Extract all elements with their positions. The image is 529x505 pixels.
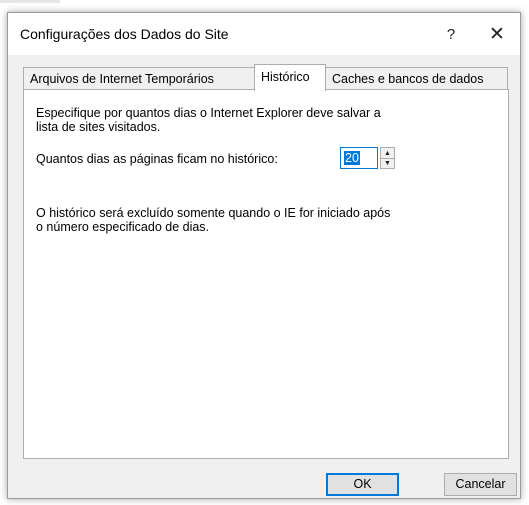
dialog-title: Configurações dos Dados do Site bbox=[20, 26, 229, 42]
tab-caches-and-databases[interactable]: Caches e bancos de dados bbox=[325, 67, 508, 89]
history-description: Especifique por quantos dias o Internet … bbox=[36, 106, 381, 134]
ok-button[interactable]: OK bbox=[326, 473, 399, 496]
tab-label: Histórico bbox=[261, 70, 310, 84]
help-button[interactable]: ? bbox=[428, 13, 474, 55]
close-icon: ✕ bbox=[489, 23, 505, 45]
tab-label: Caches e bancos de dados bbox=[332, 72, 484, 86]
title-bar: Configurações dos Dados do Site ? ✕ bbox=[8, 13, 520, 55]
triangle-down-icon: ▼ bbox=[384, 159, 391, 167]
history-deletion-note: O histórico será excluído somente quando… bbox=[36, 206, 391, 234]
tab-history[interactable]: Histórico bbox=[254, 64, 326, 91]
background-window-edge bbox=[0, 0, 60, 3]
site-data-settings-dialog: Configurações dos Dados do Site ? ✕ Arqu… bbox=[7, 12, 521, 499]
spin-down-button[interactable]: ▼ bbox=[381, 158, 394, 168]
days-to-keep-input[interactable]: 20 bbox=[340, 147, 378, 169]
spin-buttons: ▲ ▼ bbox=[380, 147, 395, 169]
close-button[interactable]: ✕ bbox=[474, 13, 520, 55]
tab-label: Arquivos de Internet Temporários bbox=[30, 72, 214, 86]
history-tab-panel: Especifique por quantos dias o Internet … bbox=[23, 89, 509, 459]
days-to-keep-stepper: 20 ▲ ▼ bbox=[340, 147, 396, 169]
triangle-up-icon: ▲ bbox=[384, 149, 391, 157]
help-icon: ? bbox=[446, 25, 456, 43]
tab-temporary-internet-files[interactable]: Arquivos de Internet Temporários bbox=[23, 67, 256, 89]
cancel-button[interactable]: Cancelar bbox=[444, 473, 517, 496]
days-to-keep-value: 20 bbox=[344, 151, 360, 165]
days-to-keep-label: Quantos dias as páginas ficam no históri… bbox=[36, 152, 278, 166]
